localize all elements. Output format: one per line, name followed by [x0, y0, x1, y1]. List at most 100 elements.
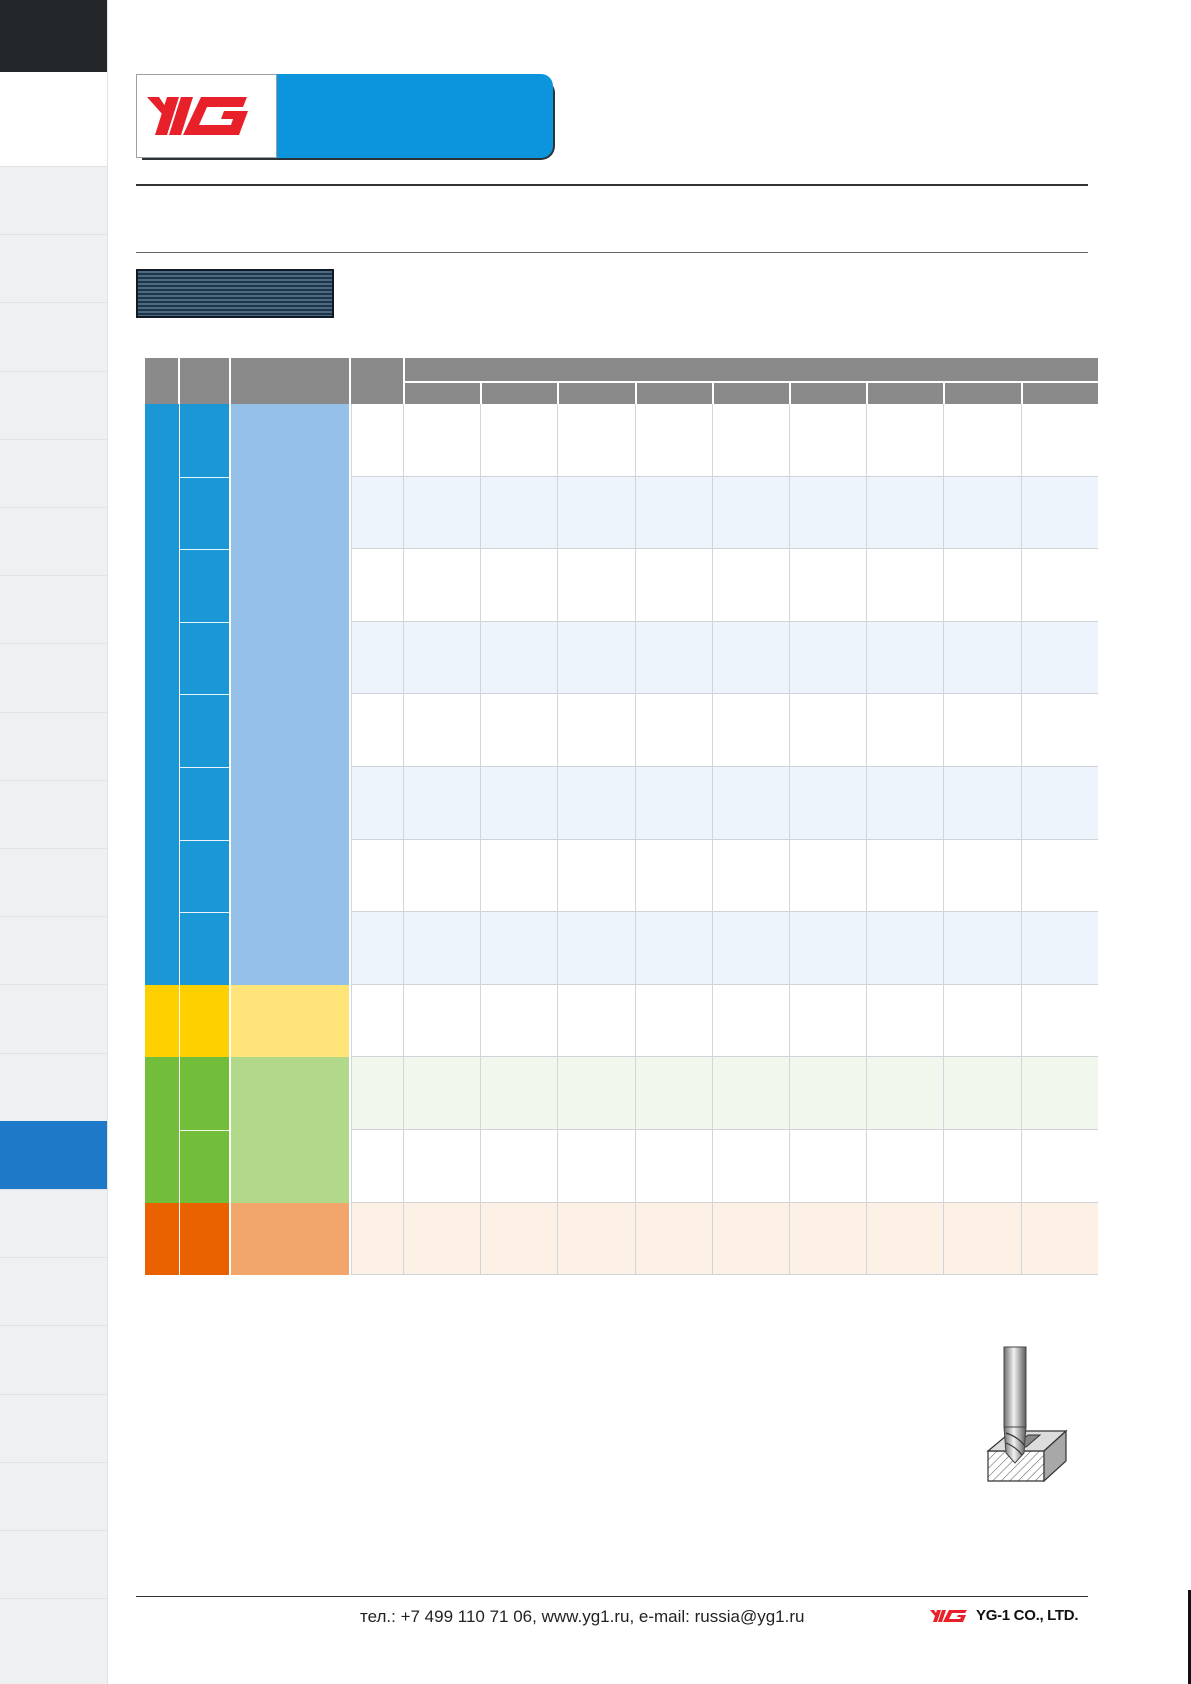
- material-group-band: [145, 404, 179, 985]
- sidebar-tab[interactable]: [0, 166, 107, 234]
- material-code-divider: [180, 767, 229, 768]
- header-subrow-divider: [403, 381, 1098, 383]
- data-col-divider: [480, 404, 481, 1275]
- sidebar-tab[interactable]: [0, 1053, 107, 1121]
- material-code-divider: [180, 694, 229, 695]
- material-group-band: [145, 1057, 179, 1203]
- header-subcol-divider: [635, 381, 637, 404]
- footer-company-name: YG-1 CO., LTD.: [976, 1607, 1079, 1624]
- sidebar-tab[interactable]: [0, 1462, 107, 1530]
- material-code-cell: [180, 1203, 229, 1275]
- data-col-divider: [403, 404, 404, 1275]
- header-rule-bottom: [136, 252, 1088, 253]
- header-subcol-divider: [480, 381, 482, 404]
- header-divider: [349, 358, 351, 404]
- sidebar-tab[interactable]: [0, 1325, 107, 1393]
- sidebar-blank: [0, 72, 107, 166]
- material-code-cell: [180, 694, 229, 767]
- material-description-cell: [231, 1203, 349, 1275]
- material-description-cell: [231, 1130, 349, 1203]
- data-col-divider: [789, 404, 790, 1275]
- material-code-divider: [180, 840, 229, 841]
- material-code-cell: [180, 549, 229, 622]
- sidebar-tab-active[interactable]: [0, 1121, 107, 1189]
- data-row: [351, 840, 1098, 912]
- sidebar-tab[interactable]: [0, 371, 107, 439]
- material-code-cell: [180, 404, 229, 477]
- header-divider: [229, 358, 231, 404]
- sidebar-tab[interactable]: [0, 1530, 107, 1598]
- end-mill-icon: [986, 1346, 1068, 1483]
- yg-logo-icon: [147, 97, 248, 135]
- material-code-cell: [180, 477, 229, 549]
- data-row: [351, 1057, 1098, 1130]
- brand-header: [136, 74, 555, 160]
- material-code-cell: [180, 767, 229, 840]
- material-description-divider: [231, 1275, 349, 1276]
- sidebar-tab[interactable]: [0, 1189, 107, 1257]
- data-col-divider: [635, 404, 636, 1275]
- header-rule-top: [136, 184, 1088, 186]
- material-group-band: [145, 985, 179, 1057]
- material-code-cell: [180, 622, 229, 694]
- material-code-cell: [180, 985, 229, 1057]
- data-row-divider: [351, 1274, 1098, 1275]
- material-code-divider: [180, 622, 229, 623]
- material-code-cell: [180, 1130, 229, 1203]
- material-code-cell: [180, 1057, 229, 1130]
- header-subcol-divider: [789, 381, 791, 404]
- sidebar-tab[interactable]: [0, 1257, 107, 1325]
- material-description-cell: [231, 985, 349, 1057]
- sidebar-tab[interactable]: [0, 916, 107, 984]
- data-col-divider: [866, 404, 867, 1275]
- sidebar: [0, 0, 108, 1684]
- material-group-band: [145, 1203, 179, 1275]
- sidebar-tab[interactable]: [0, 780, 107, 848]
- sidebar-tab[interactable]: [0, 1598, 107, 1666]
- sidebar-tab[interactable]: [0, 302, 107, 370]
- sidebar-tab[interactable]: [0, 848, 107, 916]
- data-row: [351, 622, 1098, 694]
- footer-company: YG-1 CO., LTD.: [930, 1607, 1079, 1624]
- data-row: [351, 694, 1098, 767]
- header-subcol-divider: [557, 381, 559, 404]
- material-description-cell: [231, 404, 349, 622]
- header-subcol-divider: [712, 381, 714, 404]
- data-col-divider: [351, 404, 352, 1275]
- data-row: [351, 912, 1098, 985]
- data-row: [351, 985, 1098, 1057]
- data-row: [351, 767, 1098, 840]
- material-code-cell: [180, 840, 229, 912]
- data-row: [351, 1203, 1098, 1275]
- section-tab: [136, 269, 334, 318]
- brand-logo-panel: [136, 74, 277, 158]
- header-subcol-divider: [866, 381, 868, 404]
- material-code-divider: [180, 1130, 229, 1131]
- header-divider: [178, 358, 180, 404]
- sidebar-tab[interactable]: [0, 1394, 107, 1462]
- sidebar-tab[interactable]: [0, 643, 107, 711]
- material-description-cell: [231, 840, 349, 985]
- sidebar-tab[interactable]: [0, 712, 107, 780]
- sidebar-tab[interactable]: [0, 234, 107, 302]
- yg-small-logo-icon: [930, 1609, 967, 1622]
- material-code-divider: [180, 912, 229, 913]
- material-description-cell: [231, 622, 349, 840]
- data-row: [351, 549, 1098, 622]
- sidebar-tab[interactable]: [0, 575, 107, 643]
- data-row: [351, 404, 1098, 477]
- data-row: [351, 477, 1098, 549]
- data-col-divider: [1021, 404, 1022, 1275]
- material-code-divider: [180, 477, 229, 478]
- header-subcol-divider: [943, 381, 945, 404]
- data-col-divider: [943, 404, 944, 1275]
- material-code-divider: [180, 549, 229, 550]
- sidebar-tab[interactable]: [0, 507, 107, 575]
- material-code-cell: [180, 912, 229, 985]
- material-description-cell: [231, 1057, 349, 1130]
- footer-rule: [136, 1596, 1088, 1597]
- header-subcol-divider: [1021, 381, 1023, 404]
- data-col-divider: [557, 404, 558, 1275]
- sidebar-tab[interactable]: [0, 984, 107, 1052]
- sidebar-tab[interactable]: [0, 439, 107, 507]
